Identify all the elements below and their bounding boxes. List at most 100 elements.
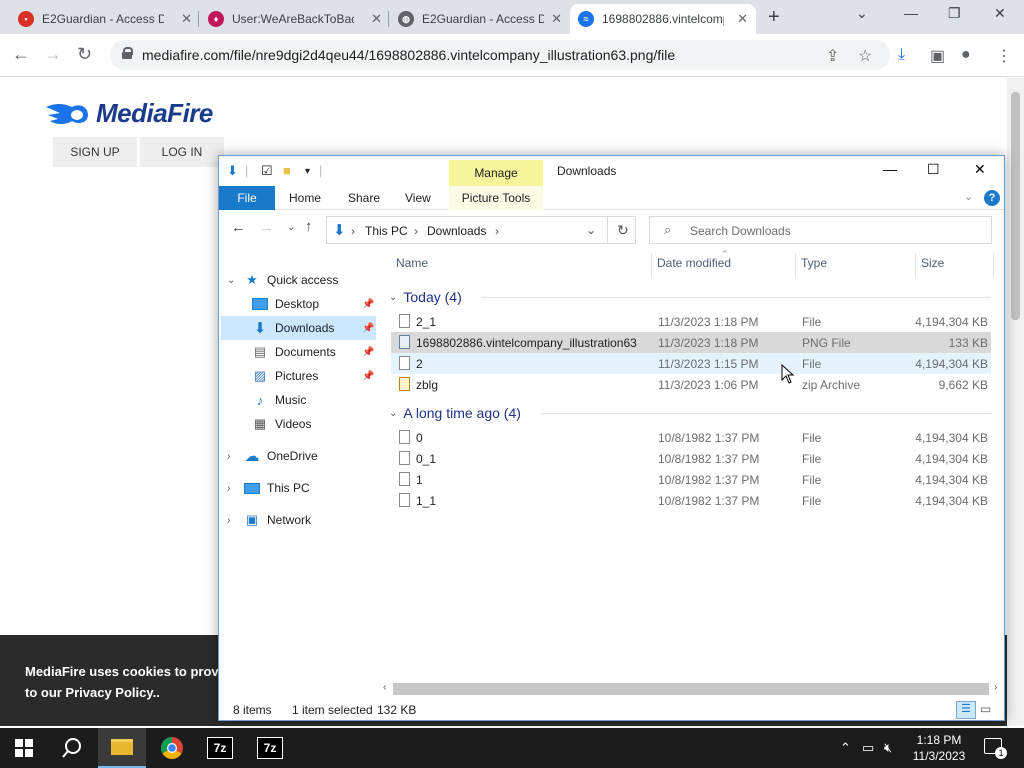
tab-file[interactable]: File <box>219 186 275 210</box>
taskbar-search-button[interactable] <box>48 728 96 768</box>
table-row[interactable]: 1698802886.vintelcompany_illustration63 … <box>391 332 991 353</box>
close-icon[interactable]: ✕ <box>551 11 562 27</box>
tab-e2guardian-1[interactable]: ▪ E2Guardian - Access De ✕ <box>10 4 200 34</box>
table-row[interactable]: 1 10/8/1982 1:37 PM File 4,194,304 KB <box>391 469 991 490</box>
expand-chevron-icon[interactable]: › <box>227 451 230 462</box>
new-folder-icon[interactable]: ■ <box>283 163 291 178</box>
nav-videos[interactable]: ▦ Videos <box>251 412 376 436</box>
breadcrumb-chevron-icon[interactable]: › <box>351 224 355 238</box>
nav-documents[interactable]: ▤ Documents <box>251 340 376 364</box>
nav-quick-access[interactable]: ★ Quick access <box>243 268 373 292</box>
back-arrow-icon[interactable]: ← <box>231 219 246 236</box>
tab-picture-tools[interactable]: Picture Tools <box>449 186 543 210</box>
expand-chevron-icon[interactable]: › <box>227 483 230 494</box>
table-row[interactable]: 2 11/3/2023 1:15 PM File 4,194,304 KB <box>391 353 991 374</box>
nav-this-pc[interactable]: This PC <box>243 476 373 500</box>
close-icon[interactable]: ✕ <box>371 11 382 27</box>
group-today[interactable]: ⌄ Today (4) <box>389 289 462 305</box>
table-row[interactable]: 0_1 10/8/1982 1:37 PM File 4,194,304 KB <box>391 448 991 469</box>
address-bar[interactable]: mediafire.com/file/nre9dgi2d4qeu44/16988… <box>110 40 890 70</box>
breadcrumb-downloads[interactable]: Downloads <box>427 224 486 238</box>
refresh-icon[interactable]: ↻ <box>617 222 629 239</box>
table-row[interactable]: 0 10/8/1982 1:37 PM File 4,194,304 KB <box>391 427 991 448</box>
page-scrollbar-thumb[interactable] <box>1011 92 1020 320</box>
notification-center-icon[interactable]: 1 <box>984 738 1007 759</box>
manage-tab[interactable]: Manage <box>449 160 543 186</box>
recent-locations-chevron-icon[interactable]: ⌄ <box>287 222 295 233</box>
column-name[interactable]: Name <box>396 256 428 270</box>
table-row[interactable]: 2_1 11/3/2023 1:18 PM File 4,194,304 KB <box>391 311 991 332</box>
page-scrollbar[interactable] <box>1007 78 1024 726</box>
log-in-button[interactable]: LOG IN <box>140 137 224 167</box>
breadcrumb-chevron-icon[interactable]: › <box>414 224 418 238</box>
column-type[interactable]: Type <box>801 256 827 270</box>
minimize-icon[interactable]: — <box>904 5 918 21</box>
help-icon[interactable]: ? <box>984 190 1000 206</box>
column-separator[interactable] <box>651 253 652 277</box>
share-icon[interactable]: ⇪ <box>826 46 839 66</box>
network-tray-icon[interactable]: ▭ <box>862 740 874 756</box>
column-separator[interactable] <box>993 253 994 277</box>
nav-network[interactable]: ▣ Network <box>243 508 373 532</box>
taskbar-7zip-2[interactable]: 7z <box>246 728 294 768</box>
taskbar-file-explorer[interactable] <box>98 728 146 768</box>
taskbar-chrome[interactable] <box>148 728 196 768</box>
bookmark-star-icon[interactable]: ☆ <box>858 46 872 66</box>
tab-mediafire[interactable]: ≈ 1698802886.vintelcomp ✕ <box>570 4 756 34</box>
side-panel-icon[interactable]: ▣ <box>930 46 945 66</box>
reload-icon[interactable]: ↻ <box>77 44 92 65</box>
sign-up-button[interactable]: SIGN UP <box>53 137 137 167</box>
breadcrumb-chevron-icon[interactable]: › <box>495 224 499 238</box>
address-dropdown-icon[interactable]: ⌄ <box>586 223 596 237</box>
start-button[interactable] <box>0 728 48 768</box>
table-row[interactable]: 1_1 10/8/1982 1:37 PM File 4,194,304 KB <box>391 490 991 511</box>
up-arrow-icon[interactable]: ↑ <box>305 218 313 235</box>
forward-arrow-icon[interactable]: → <box>44 44 62 65</box>
close-icon[interactable]: ✕ <box>181 11 192 27</box>
nav-desktop[interactable]: Desktop <box>251 292 376 316</box>
tab-view[interactable]: View <box>393 186 443 210</box>
column-date-modified[interactable]: Date modified <box>657 256 731 270</box>
details-view-icon[interactable]: ☰ <box>956 701 976 719</box>
close-icon[interactable]: ✕ <box>974 161 986 178</box>
mediafire-logo[interactable]: MediaFire <box>44 98 213 129</box>
qat-dropdown-icon[interactable]: ▾ <box>305 166 310 177</box>
tab-home[interactable]: Home <box>277 186 333 210</box>
nav-pictures[interactable]: ▨ Pictures <box>251 364 376 388</box>
menu-dots-icon[interactable]: ⋮ <box>996 46 1012 66</box>
column-size[interactable]: Size <box>921 256 944 270</box>
column-separator[interactable] <box>795 253 796 277</box>
tab-share[interactable]: Share <box>336 186 392 210</box>
system-clock[interactable]: 1:18 PM 11/3/2023 <box>906 732 972 764</box>
expand-ribbon-chevron-icon[interactable]: ⌄ <box>964 190 973 203</box>
tab-search-chevron-icon[interactable]: ⌄ <box>856 5 868 22</box>
breadcrumb-this-pc[interactable]: This PC <box>365 224 408 238</box>
search-input[interactable]: ⌕ Search Downloads <box>649 216 992 244</box>
forward-arrow-icon[interactable]: → <box>259 219 274 236</box>
horizontal-scrollbar-thumb[interactable] <box>393 683 989 695</box>
download-icon[interactable]: ⤓ <box>898 46 905 64</box>
horizontal-scrollbar[interactable]: ‹ › <box>381 682 1004 695</box>
close-icon[interactable]: ✕ <box>737 11 748 27</box>
new-tab-plus-icon[interactable]: + <box>768 6 780 29</box>
taskbar-7zip-1[interactable]: 7z <box>196 728 244 768</box>
nav-downloads[interactable]: ⬇ Downloads <box>221 316 376 340</box>
scroll-left-icon[interactable]: ‹ <box>383 682 386 693</box>
properties-check-icon[interactable]: ☑ <box>261 163 273 179</box>
tab-e2guardian-2[interactable]: ◍ E2Guardian - Access De ✕ <box>390 4 570 34</box>
tray-chevron-up-icon[interactable]: ⌃ <box>840 740 851 756</box>
volume-muted-icon[interactable]: 🔇︎ <box>884 740 892 756</box>
scroll-right-icon[interactable]: › <box>994 682 997 693</box>
minimize-icon[interactable]: — <box>883 161 897 177</box>
expand-chevron-icon[interactable]: › <box>227 515 230 526</box>
maximize-icon[interactable]: ☐ <box>927 161 940 178</box>
group-long-time-ago[interactable]: ⌄ A long time ago (4) <box>389 405 521 421</box>
nav-music[interactable]: ♪ Music <box>251 388 376 412</box>
column-separator[interactable] <box>915 253 916 277</box>
profile-avatar-icon[interactable]: ● <box>961 46 971 64</box>
tab-fandom[interactable]: ♦ User:WeAreBackToBack ✕ <box>200 4 390 34</box>
close-window-icon[interactable]: ✕ <box>994 5 1006 22</box>
large-icons-view-icon[interactable]: ▭ <box>980 702 991 716</box>
back-arrow-icon[interactable]: ← <box>12 44 30 65</box>
collapse-chevron-icon[interactable]: ⌄ <box>227 275 235 286</box>
